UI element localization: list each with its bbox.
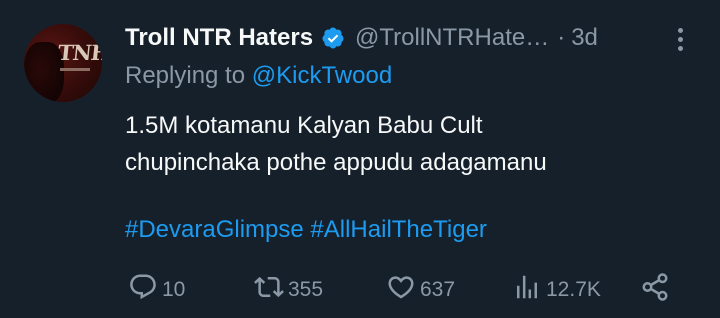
views-icon (512, 272, 542, 308)
tweet[interactable]: TNH Troll NTR Haters @TrollNTRHate… · 3d… (0, 0, 720, 318)
more-options-icon[interactable] (668, 28, 692, 54)
verified-badge-icon[interactable] (321, 26, 345, 50)
views-button[interactable]: 12.7K (512, 270, 601, 310)
separator-dot: · (557, 24, 566, 51)
heart-icon (386, 272, 416, 308)
avatar[interactable]: TNH (24, 24, 102, 102)
hashtag-link[interactable]: #DevaraGlimpse (125, 216, 304, 243)
replying-to-mention[interactable]: @KickTwood (252, 62, 392, 89)
share-button[interactable] (640, 270, 670, 310)
replying-to-label: Replying to (125, 62, 246, 89)
tweet-text: 1.5M kotamanu Kalyan Babu Cult chupincha… (125, 107, 685, 181)
timestamp[interactable]: 3d (571, 24, 598, 52)
tweet-text-line: 1.5M kotamanu Kalyan Babu Cult (125, 112, 483, 139)
avatar-logo: TNH (56, 40, 102, 65)
hashtags: #DevaraGlimpse #AllHailTheTiger (125, 216, 487, 244)
avatar-logo-underline (60, 68, 90, 71)
reply-button[interactable]: 10 (128, 270, 185, 310)
like-count: 637 (420, 278, 456, 301)
view-count: 12.7K (546, 278, 601, 301)
reply-count: 10 (162, 278, 186, 301)
retweet-icon (254, 272, 284, 308)
like-button[interactable]: 637 (386, 270, 455, 310)
replying-to: Replying to @KickTwood (125, 62, 392, 90)
share-icon (640, 272, 670, 308)
user-handle[interactable]: @TrollNTRHate… (355, 24, 549, 52)
retweet-count: 355 (288, 278, 324, 301)
tweet-actions: 10 355 637 12.7K (0, 270, 720, 310)
tweet-text-line: chupinchaka pothe appudu adagamanu (125, 149, 547, 176)
display-name[interactable]: Troll NTR Haters (125, 24, 313, 52)
hashtag-link[interactable]: #AllHailTheTiger (310, 216, 487, 243)
tweet-header: Troll NTR Haters @TrollNTRHate… · 3d (125, 22, 598, 54)
reply-icon (128, 272, 158, 308)
retweet-button[interactable]: 355 (254, 270, 323, 310)
